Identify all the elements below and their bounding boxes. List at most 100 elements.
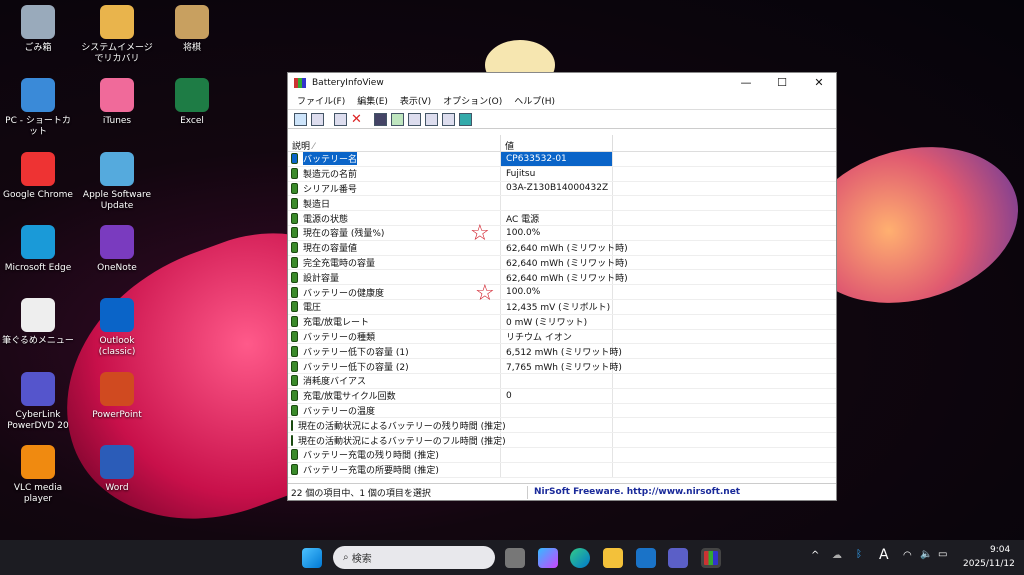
- table-row[interactable]: バッテリー低下の容量 (2) 7,765 mWh (ミリワット時): [288, 359, 836, 374]
- table-row[interactable]: バッテリーの健康度 100.0%: [288, 285, 836, 300]
- exit-icon[interactable]: [459, 112, 472, 126]
- desktop-icon[interactable]: 筆ぐるめメニュー: [1, 298, 75, 347]
- task-view-icon[interactable]: [505, 548, 525, 568]
- table-row[interactable]: 充電/放電サイクル回数 0: [288, 388, 836, 404]
- clock-time[interactable]: 9:04: [990, 545, 1010, 555]
- copilot-icon[interactable]: [538, 548, 558, 568]
- app-icon: [175, 78, 209, 112]
- list-view-icon[interactable]: [294, 112, 307, 126]
- desktop-icon[interactable]: Apple Software Update: [80, 152, 154, 212]
- row-name: 現在の活動状況によるバッテリーの残り時間 (推定): [298, 421, 506, 432]
- menu-file[interactable]: ファイル(F): [291, 94, 351, 107]
- table-row[interactable]: 製造元の名前 Fujitsu: [288, 166, 836, 182]
- table-row[interactable]: 製造日: [288, 196, 836, 212]
- row-value: 62,640 mWh (ミリワット時): [501, 240, 628, 255]
- row-value: 100.0%: [501, 285, 613, 299]
- table-row[interactable]: 現在の容量 (残量%) 100.0%: [288, 225, 836, 241]
- volume-icon[interactable]: 🔈: [920, 549, 932, 560]
- desktop-icon[interactable]: PowerPoint: [80, 372, 154, 421]
- search-box[interactable]: ⌕ 検索: [333, 546, 495, 569]
- maximize-button[interactable]: ☐: [764, 73, 800, 92]
- battery-icon[interactable]: ▭: [938, 549, 947, 560]
- table-row[interactable]: バッテリーの種類 リチウム イオン: [288, 329, 836, 345]
- app-icon: [21, 445, 55, 479]
- table-row[interactable]: 現在の活動状況によるバッテリーのフル時間 (推定): [288, 433, 836, 448]
- row-name: バッテリー充電の所要時間 (推定): [303, 466, 439, 477]
- desktop-icon[interactable]: ごみ箱: [1, 5, 75, 54]
- table-row[interactable]: 充電/放電レート 0 mW (ミリワット): [288, 314, 836, 330]
- row-value: 100.0%: [501, 225, 613, 240]
- table-row[interactable]: バッテリー充電の残り時間 (推定): [288, 447, 836, 463]
- desktop-icon[interactable]: VLC media player: [1, 445, 75, 505]
- file-explorer-icon[interactable]: [603, 548, 623, 568]
- row-name: 充電/放電レート: [303, 318, 370, 329]
- wifi-icon[interactable]: ◠: [903, 550, 912, 561]
- desktop-icon[interactable]: Word: [80, 445, 154, 494]
- menu-view[interactable]: 表示(V): [394, 94, 437, 107]
- bluetooth-icon[interactable]: ᛒ: [856, 549, 862, 560]
- find-icon[interactable]: [442, 112, 455, 126]
- battery-icon: [291, 153, 298, 165]
- table-row[interactable]: バッテリー充電の所要時間 (推定): [288, 462, 836, 478]
- table-row[interactable]: 電源の状態 AC 電源: [288, 211, 836, 226]
- properties-icon[interactable]: [334, 112, 347, 126]
- clock-date[interactable]: 2025/11/12: [963, 559, 1015, 569]
- table-row[interactable]: 完全充電時の容量 62,640 mWh (ミリワット時): [288, 255, 836, 271]
- menu-options[interactable]: オプション(O): [437, 94, 508, 107]
- table-row[interactable]: 現在の活動状況によるバッテリーの残り時間 (推定): [288, 418, 836, 434]
- table-row[interactable]: バッテリー名 CP633532-01: [288, 152, 836, 167]
- html-report-icon[interactable]: [425, 112, 438, 126]
- html-view-icon[interactable]: [311, 112, 324, 126]
- ime-indicator[interactable]: A: [879, 547, 889, 563]
- column-header-value[interactable]: 値: [501, 135, 613, 152]
- table-row[interactable]: バッテリー低下の容量 (1) 6,512 mWh (ミリワット時): [288, 344, 836, 360]
- batteryinfoview-window: BatteryInfoView — ☐ ✕ ファイル(F) 編集(E) 表示(V…: [287, 72, 837, 501]
- app-icon: [175, 5, 209, 39]
- column-label: 説明: [292, 142, 311, 152]
- desktop-icon-label: Outlook (classic): [98, 336, 136, 357]
- menu-help[interactable]: ヘルプ(H): [508, 94, 561, 107]
- desktop-icon[interactable]: Outlook (classic): [80, 298, 154, 358]
- outlook-taskbar-icon[interactable]: [636, 548, 656, 568]
- table-row[interactable]: 現在の容量値 62,640 mWh (ミリワット時): [288, 240, 836, 256]
- desktop-icon[interactable]: Google Chrome: [1, 152, 75, 201]
- chevron-up-icon[interactable]: ^: [811, 550, 819, 561]
- desktop-icon[interactable]: OneNote: [80, 225, 154, 274]
- table-row[interactable]: シリアル番号 03A-Z130B14000432Z: [288, 181, 836, 197]
- refresh-icon[interactable]: [391, 112, 404, 126]
- battery-info-list[interactable]: 説明 ⁄ 値 バッテリー名 CP633532-01 製造元の名前 Fujitsu シリアル…: [288, 135, 836, 483]
- desktop-icon[interactable]: PC - ショートカット: [1, 78, 75, 138]
- delete-icon[interactable]: ✕: [351, 113, 364, 126]
- nirsoft-link[interactable]: NirSoft Freeware. http://www.nirsoft.net: [528, 487, 740, 497]
- row-value: [501, 447, 613, 462]
- desktop-icon[interactable]: Excel: [155, 78, 229, 127]
- teams-icon[interactable]: [668, 548, 688, 568]
- close-button[interactable]: ✕: [801, 73, 837, 92]
- start-button-icon[interactable]: [302, 548, 322, 568]
- row-value: 6,512 mWh (ミリワット時): [501, 344, 622, 359]
- desktop-icon[interactable]: 将棋: [155, 5, 229, 54]
- table-row[interactable]: 電圧 12,435 mV (ミリボルト): [288, 299, 836, 315]
- menu-edit[interactable]: 編集(E): [351, 94, 394, 107]
- desktop-icon[interactable]: iTunes: [80, 78, 154, 127]
- table-row[interactable]: 消耗度バイアス: [288, 373, 836, 389]
- row-value: 0: [501, 388, 613, 403]
- table-row[interactable]: バッテリーの温度: [288, 403, 836, 419]
- edge-taskbar-icon[interactable]: [570, 548, 590, 568]
- desktop-icon[interactable]: Microsoft Edge: [1, 225, 75, 274]
- table-row[interactable]: 設計容量 62,640 mWh (ミリワット時): [288, 270, 836, 286]
- app-icon: [21, 298, 55, 332]
- desktop-icon-label: VLC media player: [13, 483, 63, 504]
- desktop-icon[interactable]: システムイメージでリカバリ: [80, 5, 154, 65]
- batteryinfoview-taskbar-icon[interactable]: [701, 548, 721, 568]
- column-header-description[interactable]: 説明 ⁄: [288, 135, 501, 152]
- menu-bar: ファイル(F) 編集(E) 表示(V) オプション(O) ヘルプ(H): [288, 92, 836, 109]
- app-icon: [21, 152, 55, 186]
- save-icon[interactable]: [374, 112, 387, 126]
- desktop-icon[interactable]: CyberLink PowerDVD 20: [1, 372, 75, 432]
- row-name: 電圧: [303, 303, 322, 314]
- copy-icon[interactable]: [408, 112, 421, 126]
- minimize-button[interactable]: —: [728, 73, 764, 92]
- onedrive-icon[interactable]: ☁: [832, 550, 842, 561]
- row-value: [501, 418, 613, 433]
